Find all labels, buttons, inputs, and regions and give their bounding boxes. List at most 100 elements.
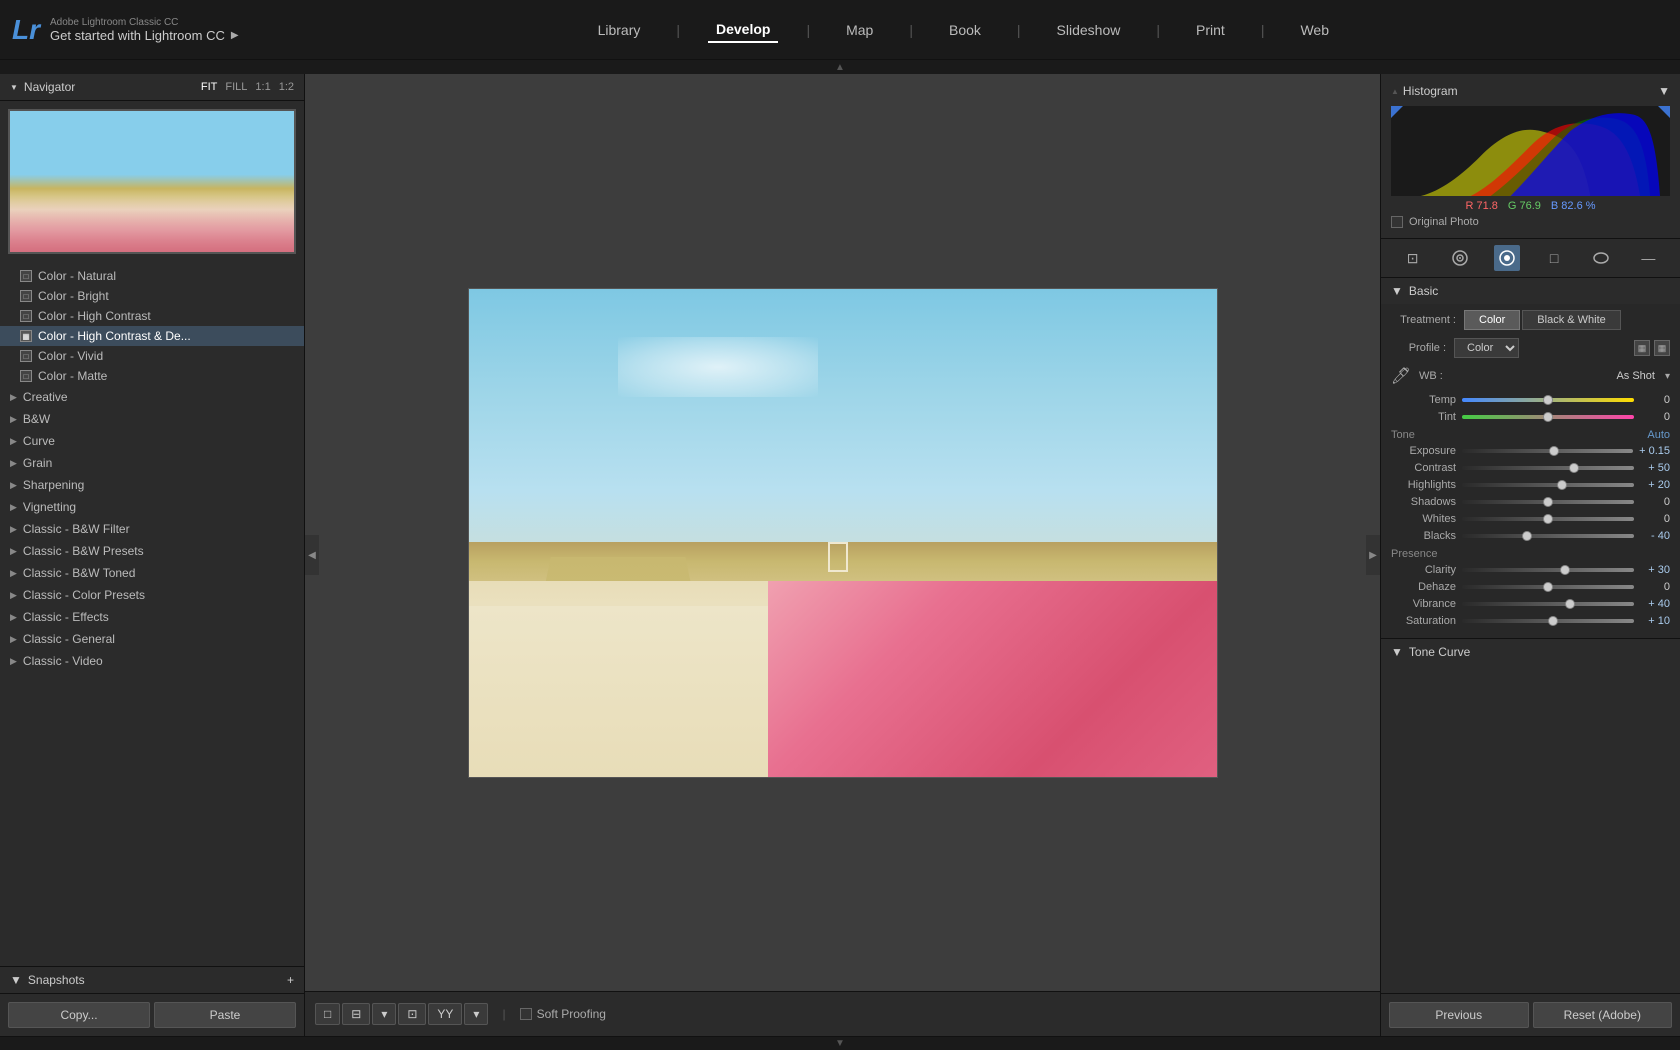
profile-select[interactable]: Color [1454,338,1519,358]
loupe-view-button[interactable]: □ [315,1003,340,1025]
whites-slider-track[interactable] [1462,517,1634,521]
preset-group-classic-effects[interactable]: ▶ Classic - Effects [0,606,304,628]
preset-group-classic-video[interactable]: ▶ Classic - Video [0,650,304,672]
list-item[interactable]: ▦ Color - High Contrast & De... [0,326,304,346]
nav-slideshow[interactable]: Slideshow [1049,18,1129,42]
graduated-filter-icon[interactable]: □ [1541,245,1567,271]
shadows-slider-thumb[interactable] [1543,497,1553,507]
nav-book[interactable]: Book [941,18,989,42]
wb-value[interactable]: As Shot [1616,370,1655,382]
preset-group-classic-bwtoned[interactable]: ▶ Classic - B&W Toned [0,562,304,584]
saturation-slider-thumb[interactable] [1548,616,1558,626]
exposure-slider-thumb[interactable] [1549,446,1559,456]
radial-filter-icon[interactable] [1588,245,1614,271]
profile-grid-icon-2[interactable]: ▦ [1654,340,1670,356]
preset-group-grain[interactable]: ▶ Grain [0,452,304,474]
spot-removal-icon[interactable] [1447,245,1473,271]
list-item[interactable]: □ Color - Natural [0,266,304,286]
highlights-slider-track[interactable] [1462,483,1634,487]
preset-group-creative[interactable]: ▶ Creative [0,386,304,408]
yy2-button[interactable]: ▾ [464,1003,488,1025]
temp-slider-track[interactable] [1462,398,1634,402]
before-after-h-button[interactable]: ⊟ [342,1003,370,1025]
dehaze-slider-track[interactable] [1462,585,1634,589]
nav-map[interactable]: Map [838,18,881,42]
tint-label: Tint [1391,411,1456,423]
eyedropper-tool[interactable]: 🖊 [1391,366,1411,386]
preset-group-classic-bwfilter[interactable]: ▶ Classic - B&W Filter [0,518,304,540]
profile-grid-icon-1[interactable]: ▦ [1634,340,1650,356]
list-item[interactable]: □ Color - High Contrast [0,306,304,326]
exposure-slider-track[interactable] [1462,449,1633,453]
preset-group-classic-general[interactable]: ▶ Classic - General [0,628,304,650]
nav-1-2[interactable]: 1:2 [279,81,294,93]
previous-button[interactable]: Previous [1389,1002,1529,1028]
preset-group-bw[interactable]: ▶ B&W [0,408,304,430]
yy-button[interactable]: YY [428,1003,462,1025]
basic-section-header[interactable]: ▼ Basic [1381,278,1680,304]
redeye-correction-icon[interactable] [1494,245,1520,271]
whites-slider-thumb[interactable] [1543,514,1553,524]
before-after-v-button[interactable]: ▾ [372,1003,396,1025]
copy-button[interactable]: Copy... [8,1002,150,1028]
top-bar: Lr Adobe Lightroom Classic CC Get starte… [0,0,1680,60]
histogram-expand-icon[interactable]: ▼ [1658,84,1670,98]
nav-fit[interactable]: FIT [201,81,218,93]
tint-slider-track[interactable] [1462,415,1634,419]
reset-button[interactable]: Reset (Adobe) [1533,1002,1673,1028]
nav-develop[interactable]: Develop [708,17,778,43]
nav-library[interactable]: Library [590,18,649,42]
collapse-right-panel-button[interactable]: ▶ [1366,535,1380,575]
top-collapse[interactable]: ▲ [0,60,1680,74]
preset-group-curve[interactable]: ▶ Curve [0,430,304,452]
preset-group-classic-bwpresets[interactable]: ▶ Classic - B&W Presets [0,540,304,562]
preset-group-sharpening[interactable]: ▶ Sharpening [0,474,304,496]
survey-view-button[interactable]: ⊡ [398,1003,426,1025]
nav-1-1[interactable]: 1:1 [255,81,270,93]
list-item[interactable]: □ Color - Matte [0,366,304,386]
snapshots-header[interactable]: ▼ Snapshots + [0,966,304,993]
snapshots-add-button[interactable]: + [287,973,294,987]
highlights-slider-thumb[interactable] [1557,480,1567,490]
bottom-collapse[interactable]: ▼ [0,1036,1680,1050]
tint-slider-thumb[interactable] [1543,412,1553,422]
list-item[interactable]: □ Color - Bright [0,286,304,306]
nav-print[interactable]: Print [1188,18,1233,42]
wb-dropdown-icon[interactable]: ▾ [1665,371,1670,382]
contrast-slider-track[interactable] [1462,466,1634,470]
clarity-slider-thumb[interactable] [1560,565,1570,575]
histogram-collapse-icon[interactable]: ▲ [1391,87,1399,96]
collapse-left-panel-button[interactable]: ◀ [305,535,319,575]
vibrance-slider-track[interactable] [1462,602,1634,606]
treatment-color-button[interactable]: Color [1464,310,1520,330]
original-photo-checkbox[interactable] [1391,216,1403,228]
navigator-title: ▼ Navigator [10,80,75,94]
nav-fill[interactable]: FILL [225,81,247,93]
navigator-collapse-icon[interactable]: ▼ [10,83,18,92]
tone-auto-button[interactable]: Auto [1647,429,1670,441]
tone-curve-header[interactable]: ▼ Tone Curve [1381,639,1680,665]
clarity-slider-track[interactable] [1462,568,1634,572]
preset-group-vignetting[interactable]: ▶ Vignetting [0,496,304,518]
treatment-bw-button[interactable]: Black & White [1522,310,1620,330]
saturation-slider-track[interactable] [1462,619,1634,623]
adjustment-brush-icon[interactable]: — [1635,245,1661,271]
paste-button[interactable]: Paste [154,1002,296,1028]
dehaze-slider-thumb[interactable] [1543,582,1553,592]
profile-row: Profile : Color ▦ ▦ [1391,338,1670,358]
treatment-buttons: Color Black & White [1464,310,1621,330]
app-title-arrow[interactable]: ▶ [231,30,239,41]
temp-slider-thumb[interactable] [1543,395,1553,405]
preset-group-classic-colorpresets[interactable]: ▶ Classic - Color Presets [0,584,304,606]
crop-tool-icon[interactable]: ⊡ [1400,245,1426,271]
navigator-preview-image[interactable] [8,109,296,254]
blacks-slider-track[interactable] [1462,534,1634,538]
vibrance-slider-thumb[interactable] [1565,599,1575,609]
contrast-slider-thumb[interactable] [1569,463,1579,473]
list-item[interactable]: □ Color - Vivid [0,346,304,366]
shadows-slider-track[interactable] [1462,500,1634,504]
snapshots-label: Snapshots [28,973,85,987]
soft-proofing-checkbox[interactable] [520,1008,532,1020]
nav-web[interactable]: Web [1292,18,1337,42]
blacks-slider-thumb[interactable] [1522,531,1532,541]
